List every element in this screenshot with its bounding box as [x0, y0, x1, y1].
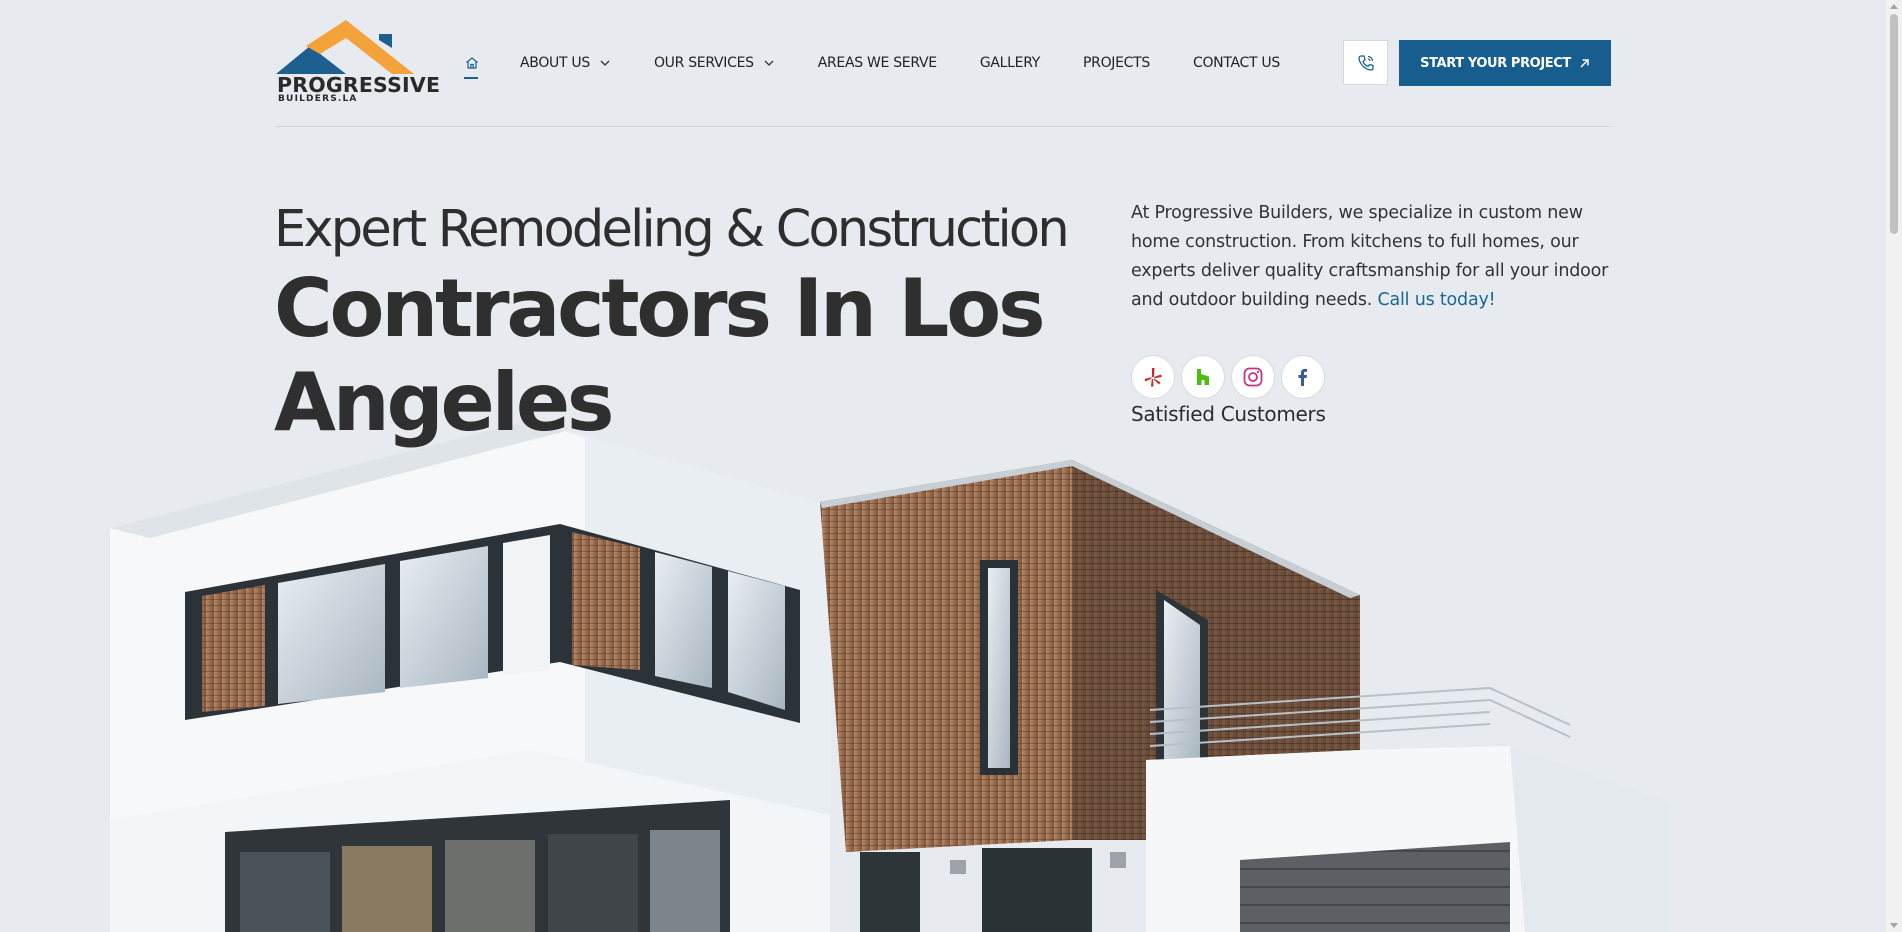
nav-label: ABOUT US	[520, 55, 590, 71]
hero-intro: At Progressive Builders, we specialize i…	[1131, 199, 1611, 315]
hero-heading-line2: Contractors In Los Angeles	[274, 262, 1046, 449]
arrow-up-right-icon	[1580, 58, 1589, 68]
hero-house-image	[110, 420, 1670, 932]
scroll-up-arrow-icon[interactable]	[1890, 4, 1898, 9]
logo-wordmark: PROGRESSIVE	[277, 73, 441, 97]
nav-label: GALLERY	[979, 55, 1040, 71]
nav-gallery[interactable]: GALLERY	[980, 55, 1040, 71]
satisfied-customers-label: Satisfied Customers	[1131, 402, 1326, 426]
nav-label: AREAS WE SERVE	[817, 55, 937, 71]
nav-home[interactable]	[464, 43, 480, 83]
nav-projects[interactable]: PROJECTS	[1083, 55, 1150, 71]
nav-our-services[interactable]: OUR SERVICES	[654, 55, 775, 71]
hero-heading-line1: Expert Remodeling & Construction	[274, 200, 1070, 259]
phone-icon	[1357, 54, 1374, 71]
intro-text: At Progressive Builders, we specialize i…	[1131, 203, 1609, 310]
instagram-icon	[1243, 367, 1263, 387]
nav-about-us[interactable]: ABOUT US	[520, 55, 611, 71]
facebook-icon	[1298, 368, 1308, 386]
yelp-icon	[1144, 368, 1162, 387]
call-us-link[interactable]: Call us today!	[1377, 290, 1495, 310]
page: PROGRESSIVE BUILDERS.LA ABOUT US OUR SER…	[0, 0, 1886, 932]
chevron-down-icon	[600, 60, 610, 66]
nav-label: CONTACT US	[1192, 55, 1280, 71]
site-header: PROGRESSIVE BUILDERS.LA ABOUT US OUR SER…	[276, 20, 1611, 127]
active-indicator	[464, 77, 478, 79]
main-nav: ABOUT US OUR SERVICES AREAS WE SERVE GAL…	[464, 20, 1323, 106]
vertical-scrollbar[interactable]	[1886, 0, 1902, 932]
scroll-down-arrow-icon[interactable]	[1890, 923, 1898, 928]
nav-contact-us[interactable]: CONTACT US	[1193, 55, 1280, 71]
houzz-icon	[1197, 369, 1209, 385]
nav-label: OUR SERVICES	[653, 55, 754, 71]
phone-button[interactable]	[1343, 40, 1388, 85]
scroll-thumb[interactable]	[1890, 14, 1898, 234]
start-project-button[interactable]: START YOUR PROJECT	[1399, 40, 1611, 86]
instagram-link[interactable]	[1231, 355, 1275, 399]
nav-label: PROJECTS	[1083, 55, 1150, 71]
logo-subtitle: BUILDERS.LA	[278, 94, 358, 104]
yelp-link[interactable]	[1131, 355, 1175, 399]
social-icons	[1131, 355, 1325, 399]
facebook-link[interactable]	[1281, 355, 1325, 399]
chevron-down-icon	[764, 60, 774, 66]
nav-areas-we-serve[interactable]: AREAS WE SERVE	[818, 55, 937, 71]
home-icon	[466, 57, 478, 69]
cta-label: START YOUR PROJECT	[1420, 55, 1571, 71]
houzz-link[interactable]	[1181, 355, 1225, 399]
logo[interactable]: PROGRESSIVE BUILDERS.LA	[276, 20, 440, 106]
